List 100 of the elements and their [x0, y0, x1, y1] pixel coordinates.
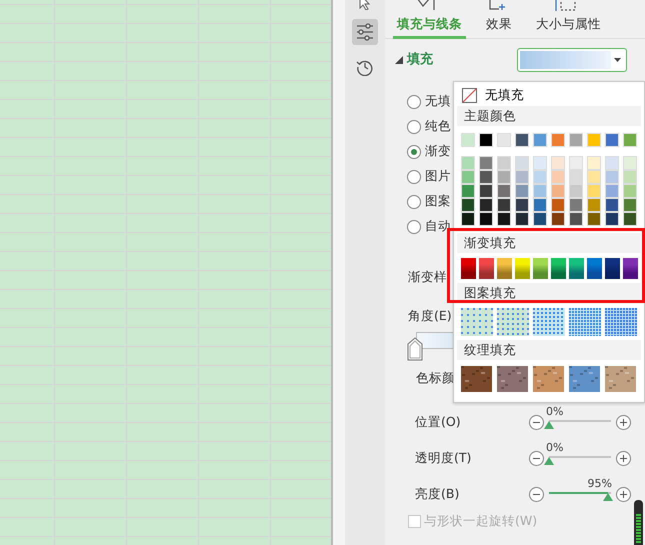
color-swatch[interactable] — [623, 212, 637, 226]
decrease-button[interactable] — [529, 486, 544, 502]
increase-button[interactable] — [616, 414, 631, 430]
color-swatch[interactable] — [479, 198, 493, 212]
gradient-swatch[interactable] — [623, 258, 638, 279]
color-swatch[interactable] — [587, 133, 601, 147]
pattern-swatch[interactable] — [569, 308, 601, 336]
color-swatch[interactable] — [479, 184, 493, 198]
color-swatch[interactable] — [569, 198, 583, 212]
color-swatch[interactable] — [515, 184, 529, 198]
color-swatch[interactable] — [497, 212, 511, 226]
color-swatch[interactable] — [605, 198, 619, 212]
color-swatch[interactable] — [461, 133, 475, 147]
decrease-button[interactable] — [529, 450, 544, 466]
color-swatch[interactable] — [533, 212, 547, 226]
color-swatch[interactable] — [623, 184, 637, 198]
color-swatch[interactable] — [497, 156, 511, 170]
gradient-swatch[interactable] — [533, 258, 548, 279]
color-swatch[interactable] — [461, 212, 475, 226]
pattern-swatch[interactable] — [497, 308, 529, 336]
slider-thumb[interactable] — [544, 421, 554, 430]
radio-button[interactable] — [407, 170, 421, 184]
color-swatch[interactable] — [551, 156, 565, 170]
increase-button[interactable] — [616, 486, 631, 502]
color-swatch[interactable] — [461, 184, 475, 198]
color-swatch[interactable] — [605, 133, 619, 147]
gradient-swatch[interactable] — [515, 258, 530, 279]
texture-swatch[interactable] — [533, 366, 564, 392]
color-swatch[interactable] — [515, 198, 529, 212]
color-swatch[interactable] — [515, 133, 529, 147]
color-swatch[interactable] — [587, 156, 601, 170]
pattern-swatch[interactable] — [461, 308, 493, 336]
color-swatch[interactable] — [587, 170, 601, 184]
texture-swatch[interactable] — [569, 366, 600, 392]
color-swatch[interactable] — [623, 198, 637, 212]
gradient-swatch[interactable] — [569, 258, 584, 279]
color-swatch[interactable] — [497, 170, 511, 184]
color-swatch[interactable] — [515, 156, 529, 170]
color-swatch[interactable] — [533, 156, 547, 170]
color-swatch[interactable] — [569, 170, 583, 184]
color-swatch[interactable] — [515, 170, 529, 184]
color-swatch[interactable] — [497, 133, 511, 147]
panel-tab[interactable]: 效果 — [482, 12, 516, 39]
pattern-swatch[interactable] — [533, 308, 565, 336]
color-swatch[interactable] — [569, 184, 583, 198]
gradient-swatch[interactable] — [587, 258, 602, 279]
color-swatch[interactable] — [569, 212, 583, 226]
gradient-swatch[interactable] — [605, 258, 620, 279]
radio-button[interactable] — [407, 220, 421, 234]
decrease-button[interactable] — [529, 414, 544, 430]
color-swatch[interactable] — [479, 212, 493, 226]
texture-swatch[interactable] — [497, 366, 528, 392]
color-swatch[interactable] — [461, 156, 475, 170]
color-swatch[interactable] — [569, 156, 583, 170]
gradient-swatch[interactable] — [497, 258, 512, 279]
color-swatch[interactable] — [551, 198, 565, 212]
color-swatch[interactable] — [533, 170, 547, 184]
color-swatch[interactable] — [551, 133, 565, 147]
color-swatch[interactable] — [551, 212, 565, 226]
fill-dropdown[interactable] — [517, 48, 627, 72]
color-swatch[interactable] — [497, 184, 511, 198]
slider-thumb[interactable] — [544, 457, 554, 466]
color-swatch[interactable] — [479, 133, 493, 147]
texture-swatch[interactable] — [605, 366, 636, 392]
color-swatch[interactable] — [551, 170, 565, 184]
color-swatch[interactable] — [623, 156, 637, 170]
color-swatch[interactable] — [623, 170, 637, 184]
color-swatch[interactable] — [569, 133, 583, 147]
slider-thumb[interactable] — [602, 493, 613, 502]
color-swatch[interactable] — [533, 198, 547, 212]
radio-button[interactable] — [407, 194, 421, 208]
color-swatch[interactable] — [605, 212, 619, 226]
radio-button[interactable] — [407, 120, 421, 134]
gradient-swatch[interactable] — [551, 258, 566, 279]
color-swatch[interactable] — [605, 156, 619, 170]
color-swatch[interactable] — [515, 212, 529, 226]
color-swatch[interactable] — [587, 184, 601, 198]
color-swatch[interactable] — [605, 184, 619, 198]
gradient-swatch[interactable] — [479, 258, 494, 279]
color-swatch[interactable] — [587, 198, 601, 212]
color-swatch[interactable] — [533, 133, 547, 147]
color-swatch[interactable] — [479, 156, 493, 170]
color-swatch[interactable] — [461, 170, 475, 184]
gradient-swatch[interactable] — [461, 258, 476, 279]
collapse-icon[interactable] — [395, 56, 403, 64]
color-swatch[interactable] — [551, 184, 565, 198]
radio-button[interactable] — [407, 94, 421, 108]
properties-tab[interactable] — [352, 19, 378, 45]
color-swatch[interactable] — [587, 212, 601, 226]
radio-button[interactable] — [407, 144, 421, 158]
color-swatch[interactable] — [605, 170, 619, 184]
color-swatch[interactable] — [497, 198, 511, 212]
panel-tab[interactable]: 大小与属性 — [532, 12, 605, 39]
color-swatch[interactable] — [533, 184, 547, 198]
color-swatch[interactable] — [623, 133, 637, 147]
increase-button[interactable] — [616, 450, 631, 466]
color-swatch[interactable] — [461, 198, 475, 212]
texture-swatch[interactable] — [461, 366, 492, 392]
color-swatch[interactable] — [479, 170, 493, 184]
pattern-swatch[interactable] — [605, 308, 637, 336]
